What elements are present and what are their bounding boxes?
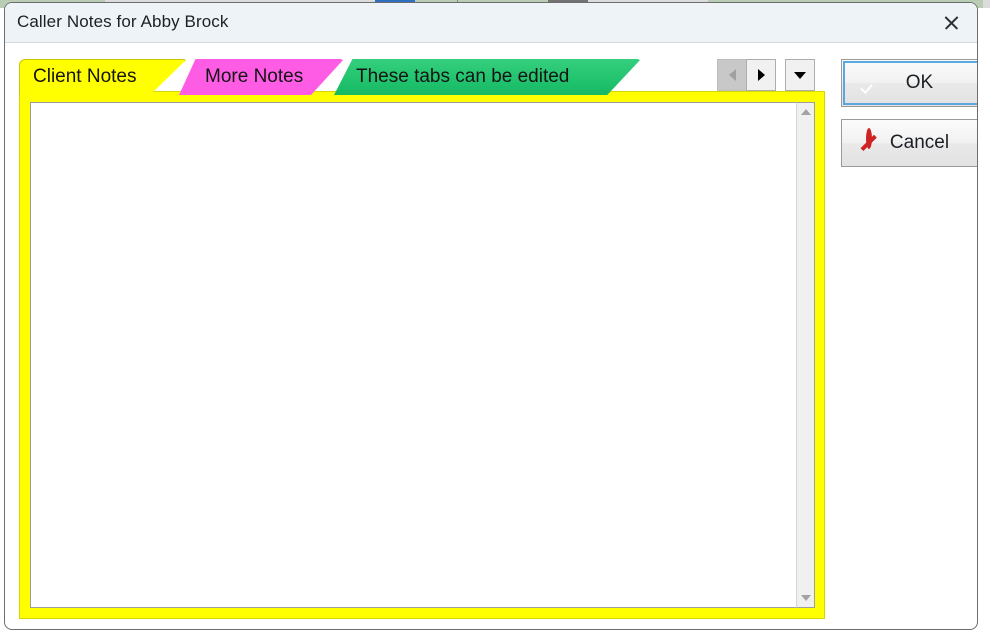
cancel-button-label: Cancel: [889, 132, 950, 153]
notes-scrollbar[interactable]: [796, 102, 815, 608]
close-icon[interactable]: [925, 3, 977, 42]
scroll-down-button[interactable]: [797, 589, 814, 607]
tab-more-notes[interactable]: More Notes: [179, 59, 344, 95]
chevron-down-icon: [794, 71, 806, 79]
close-x-glyph: [943, 14, 960, 31]
no-entry-glyph: [866, 128, 872, 149]
screen: Caller Notes for Abby Brock Client Notes…: [0, 0, 990, 642]
tab-list-button[interactable]: [785, 59, 815, 91]
prev-tab-button[interactable]: [717, 59, 747, 91]
no-entry-icon: [857, 128, 881, 155]
scroll-up-button[interactable]: [797, 103, 814, 121]
ok-button-label: OK: [905, 72, 934, 93]
chevron-left-icon: [728, 69, 736, 81]
tab-nav-group: [717, 59, 815, 91]
title-bar: Caller Notes for Abby Brock: [5, 3, 977, 43]
next-tab-button[interactable]: [746, 59, 776, 91]
notes-input[interactable]: [31, 103, 796, 607]
tab-strip: Client Notes More Notes These tabs can b…: [19, 55, 825, 95]
page-title: Caller Notes for Abby Brock: [17, 12, 229, 31]
tab-client-notes[interactable]: Client Notes: [19, 59, 187, 95]
triangle-down-icon: [800, 595, 811, 601]
chevron-right-icon: [757, 69, 765, 81]
notes-editor-frame: [30, 102, 815, 608]
tab-label: These tabs can be edited: [356, 66, 570, 87]
tab-page-panel: [19, 91, 825, 619]
tab-these-tabs-can-be-edited[interactable]: These tabs can be edited: [334, 59, 641, 95]
triangle-up-icon: [800, 109, 811, 115]
tab-label: Client Notes: [33, 66, 137, 87]
ok-button[interactable]: OK: [841, 59, 977, 107]
tab-label: More Notes: [205, 66, 304, 87]
check-circle-icon: [857, 71, 881, 95]
cancel-button[interactable]: Cancel: [841, 119, 977, 167]
caller-notes-dialog: Caller Notes for Abby Brock Client Notes…: [4, 2, 978, 630]
background-cell: [983, 0, 990, 8]
